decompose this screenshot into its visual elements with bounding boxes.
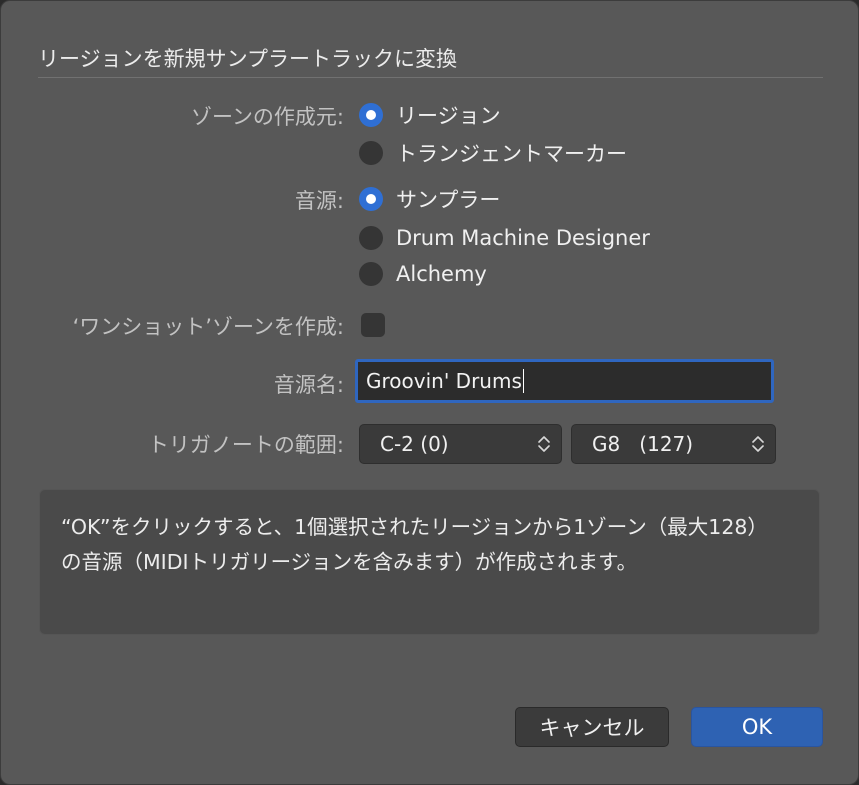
ok-button[interactable]: OK [691, 707, 823, 747]
zone-source-option-region[interactable]: リージョン [359, 101, 501, 129]
trigger-high-note-select[interactable]: G8 (127) [571, 424, 776, 464]
radio-button-selected[interactable] [359, 103, 383, 127]
instrument-label: 音源: [294, 189, 344, 213]
option-label: Alchemy [396, 262, 487, 286]
trigger-low-note-select[interactable]: C-2 (0) [359, 424, 562, 464]
text-cursor [522, 369, 524, 393]
option-label: トランジェントマーカー [396, 142, 627, 166]
radio-button[interactable] [359, 141, 383, 165]
cancel-button[interactable]: キャンセル [515, 707, 669, 747]
trigger-high-note-value: G8 (127) [592, 432, 694, 456]
zone-source-option-transient-markers[interactable]: トランジェントマーカー [359, 139, 627, 167]
convert-to-sampler-dialog: リージョンを新規サンプラートラックに変換 ゾーンの作成元: リージョン トランジ… [0, 0, 859, 785]
option-label: リージョン [396, 104, 501, 128]
radio-button[interactable] [359, 262, 383, 286]
up-down-chevron-icon [538, 436, 550, 452]
one-shot-checkbox[interactable] [361, 313, 385, 337]
one-shot-label: ‘ワンショット’ゾーンを作成: [72, 315, 344, 339]
dialog-title: リージョンを新規サンプラートラックに変換 [38, 47, 457, 71]
radio-button-selected[interactable] [359, 187, 383, 211]
zone-source-label: ゾーンの作成元: [190, 105, 344, 129]
radio-button[interactable] [359, 226, 383, 250]
info-message-box: “OK”をクリックすると、1個選択されたリージョンから1ゾーン（最大128）の音… [39, 489, 820, 635]
option-label: サンプラー [396, 188, 501, 212]
instrument-name-value: Groovin' Drums [366, 369, 522, 393]
up-down-chevron-icon [752, 436, 764, 452]
title-divider [38, 77, 823, 78]
instrument-option-sampler[interactable]: サンプラー [359, 185, 500, 213]
instrument-name-input[interactable]: Groovin' Drums [355, 359, 774, 403]
instrument-option-drum-machine-designer[interactable]: Drum Machine Designer [359, 224, 650, 252]
instrument-option-alchemy[interactable]: Alchemy [359, 260, 487, 288]
trigger-low-note-value: C-2 (0) [380, 432, 449, 456]
instrument-name-label: 音源名: [273, 373, 344, 397]
option-label: Drum Machine Designer [396, 226, 650, 250]
trigger-range-label: トリガノートの範囲: [147, 433, 344, 457]
